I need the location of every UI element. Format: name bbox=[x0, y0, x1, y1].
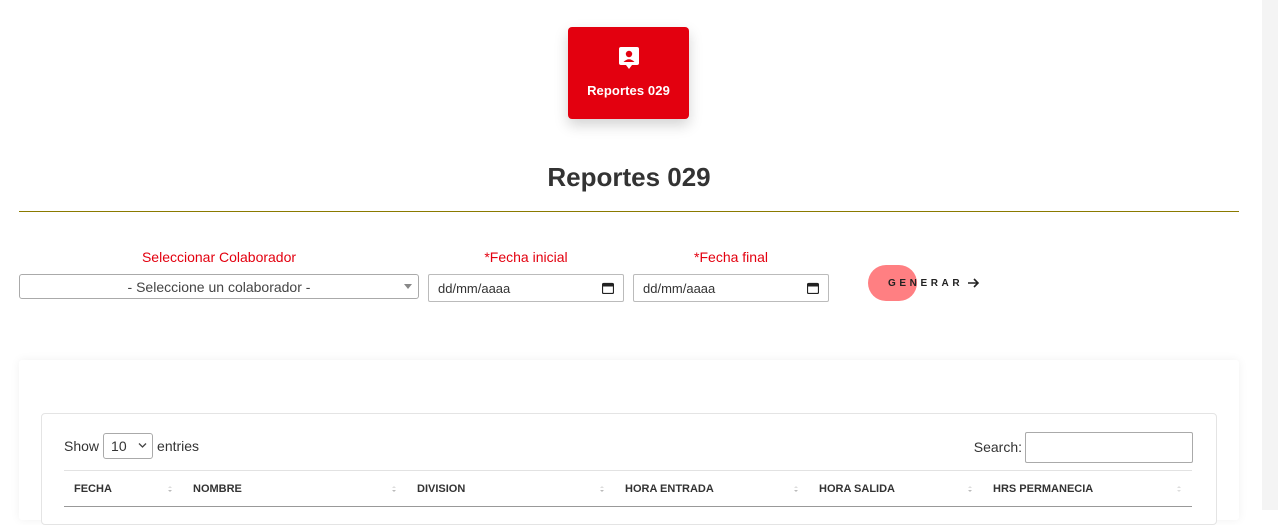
entries-select[interactable]: 10 bbox=[103, 433, 154, 459]
colaborador-select-value: - Seleccione un colaborador - bbox=[127, 278, 311, 295]
search-label: Search: bbox=[973, 439, 1022, 455]
column-header-fecha[interactable]: FECHA bbox=[64, 471, 183, 506]
column-label: FECHA bbox=[74, 482, 112, 495]
fecha-inicial-value: dd/mm/aaaa bbox=[438, 280, 511, 296]
colaborador-select[interactable]: - Seleccione un colaborador - bbox=[19, 274, 419, 299]
entries-select-value: 10 bbox=[111, 438, 127, 454]
title-divider bbox=[19, 211, 1239, 212]
page-title: Reportes 029 bbox=[547, 162, 711, 192]
fecha-inicial-label: *Fecha inicial bbox=[484, 249, 568, 265]
user-report-icon bbox=[618, 47, 639, 69]
column-header-hora-entrada[interactable]: HORA ENTRADA bbox=[615, 471, 809, 506]
report-card-label: Reportes 029 bbox=[587, 83, 670, 98]
sort-icon bbox=[794, 486, 798, 492]
column-header-hora-salida[interactable]: HORA SALIDA bbox=[809, 471, 983, 506]
generar-button[interactable]: GENERAR bbox=[868, 265, 988, 301]
column-label: HORA ENTRADA bbox=[625, 482, 714, 495]
column-header-division[interactable]: DIVISION bbox=[407, 471, 615, 506]
generar-button-label: GENERAR bbox=[888, 278, 964, 289]
sort-icon bbox=[968, 486, 972, 492]
calendar-icon[interactable] bbox=[602, 282, 614, 294]
fecha-final-label: *Fecha final bbox=[694, 249, 768, 265]
fecha-final-input[interactable]: dd/mm/aaaa bbox=[633, 274, 829, 302]
chevron-down-icon bbox=[138, 443, 147, 448]
report-029-card[interactable]: Reportes 029 bbox=[568, 27, 689, 119]
show-label: Show bbox=[64, 438, 100, 454]
sort-icon bbox=[600, 486, 604, 492]
column-header-hrs-permanecia[interactable]: HRS PERMANECIA bbox=[983, 471, 1192, 506]
column-label: NOMBRE bbox=[193, 482, 242, 495]
column-label: DIVISION bbox=[417, 482, 466, 495]
column-label: HRS PERMANECIA bbox=[993, 482, 1094, 495]
fecha-final-value: dd/mm/aaaa bbox=[643, 280, 716, 296]
page-scroll-gutter bbox=[1262, 0, 1278, 510]
table-card bbox=[41, 413, 1217, 525]
fecha-inicial-input[interactable]: dd/mm/aaaa bbox=[428, 274, 624, 302]
column-label: HORA SALIDA bbox=[819, 482, 895, 495]
dropdown-caret-icon bbox=[404, 284, 412, 289]
column-header-nombre[interactable]: NOMBRE bbox=[183, 471, 407, 506]
arrow-right-icon bbox=[968, 278, 980, 288]
sort-icon bbox=[392, 486, 396, 492]
entries-label: entries bbox=[157, 438, 200, 454]
table-header: FECHA NOMBRE DIVISION HORA ENTRADA HORA … bbox=[64, 470, 1192, 507]
entries-length-control: Show 10 entries bbox=[64, 432, 199, 460]
sort-icon bbox=[1177, 486, 1181, 492]
calendar-icon[interactable] bbox=[807, 282, 819, 294]
sort-icon bbox=[168, 486, 172, 492]
search-input[interactable] bbox=[1025, 431, 1193, 463]
colaborador-label: Seleccionar Colaborador bbox=[141, 249, 297, 265]
table-search: Search: bbox=[973, 431, 1193, 463]
